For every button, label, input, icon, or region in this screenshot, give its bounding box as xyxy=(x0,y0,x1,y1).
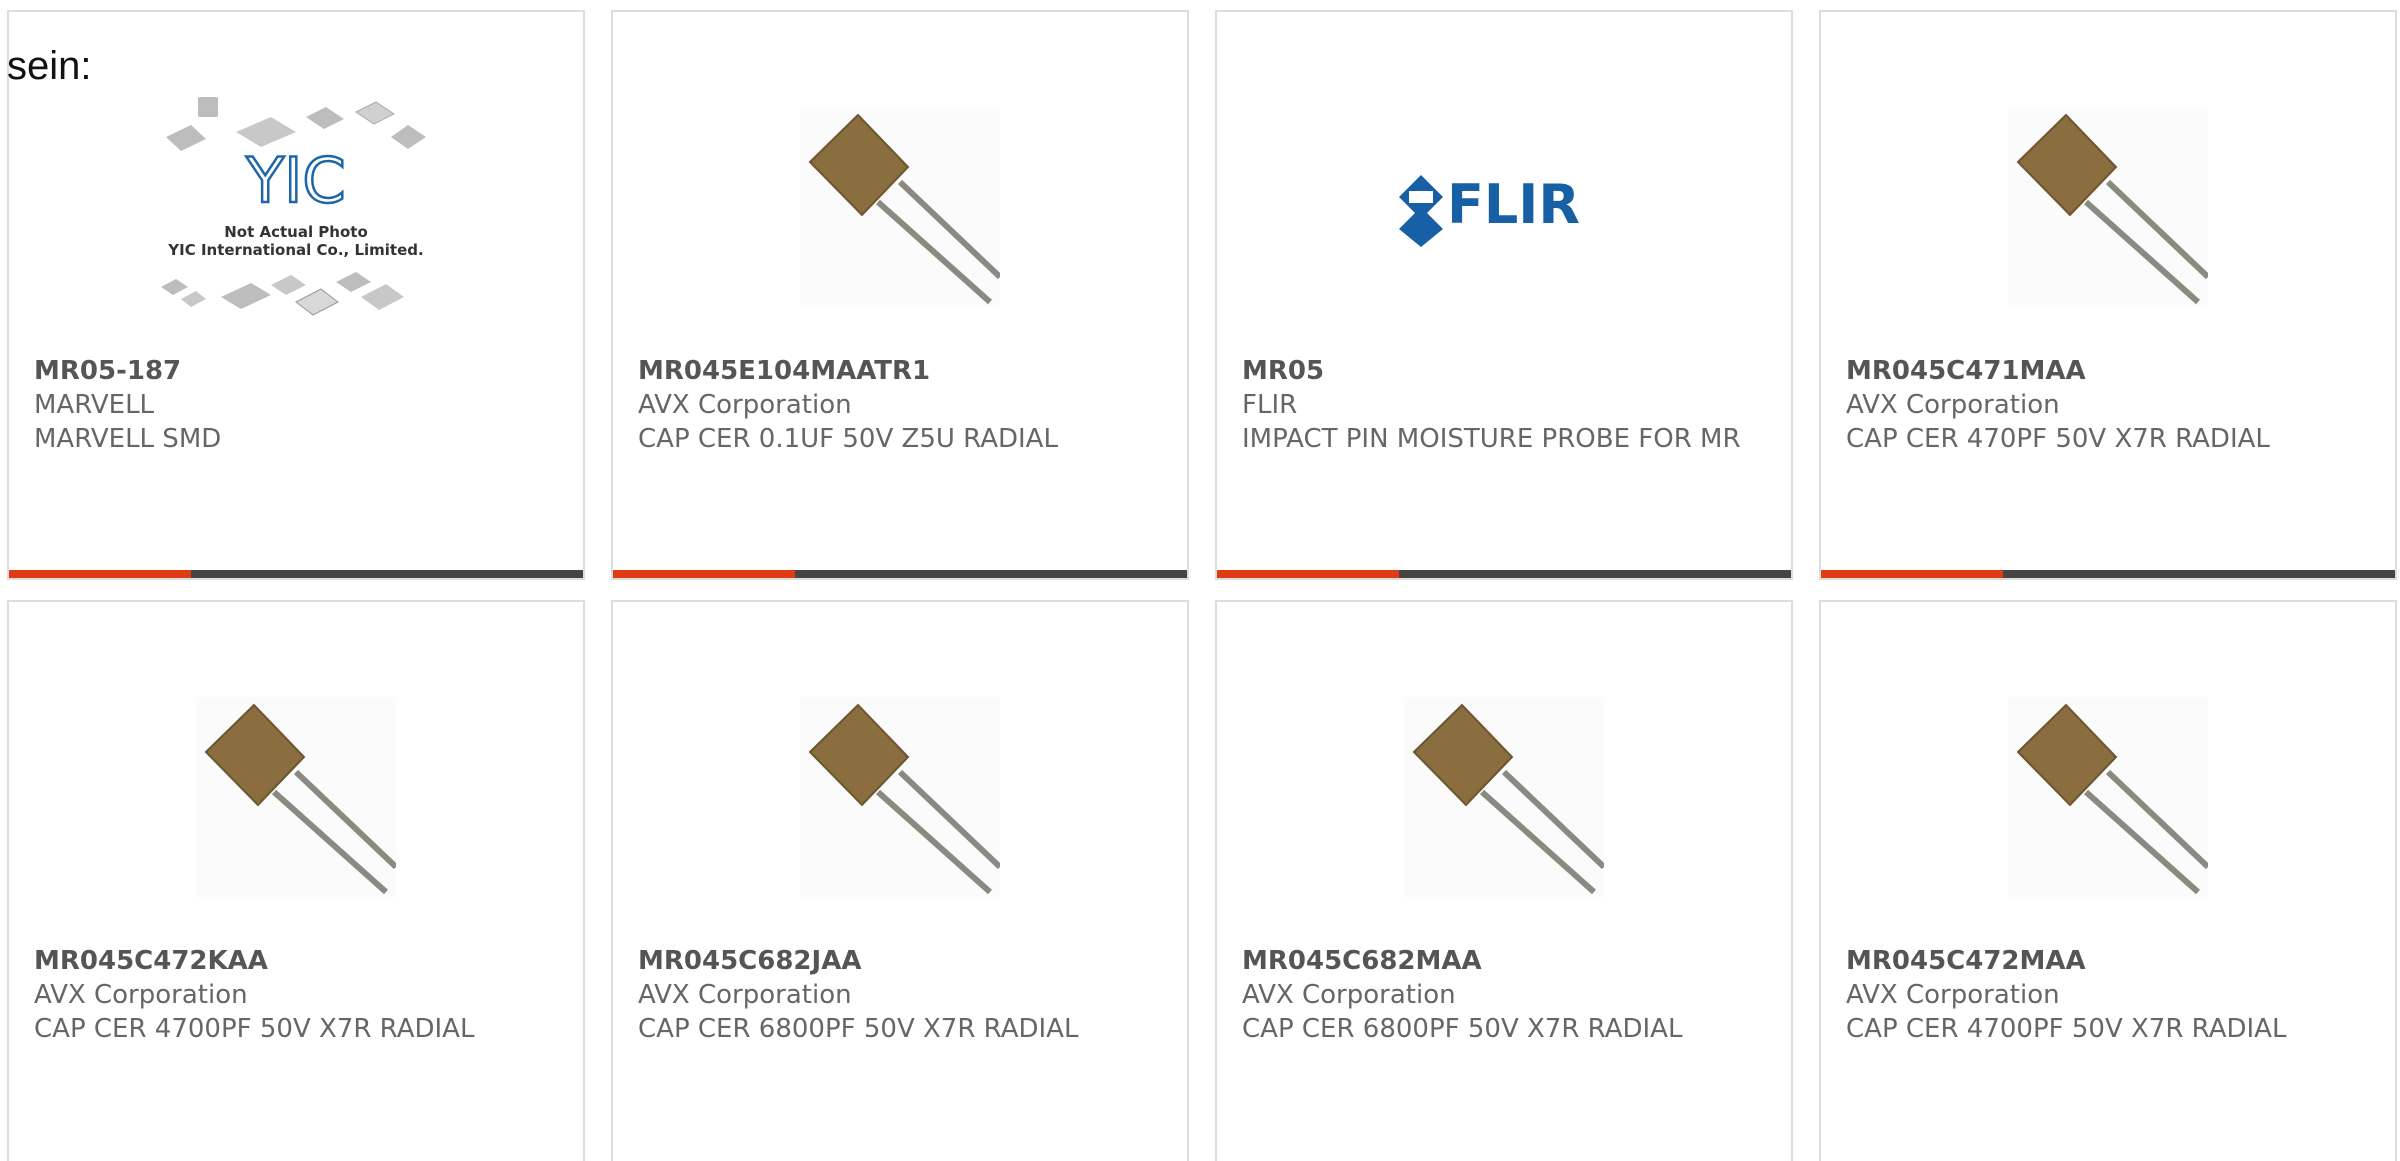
flir-logo-icon: FLIR xyxy=(1399,173,1580,247)
product-card[interactable]: MR045E104MAATR1 AVX Corporation CAP CER … xyxy=(611,10,1189,580)
manufacturer: AVX Corporation xyxy=(1846,390,2060,420)
card-bar xyxy=(1217,570,1791,578)
manufacturer: AVX Corporation xyxy=(1846,980,2060,1010)
product-image[interactable] xyxy=(1217,662,1791,932)
description: CAP CER 6800PF 50V X7R RADIAL xyxy=(1242,1014,1683,1044)
svg-text:YIC International Co., Limited: YIC International Co., Limited. xyxy=(167,241,423,259)
part-number-link[interactable]: MR045C471MAA xyxy=(1846,354,2356,388)
manufacturer: FLIR xyxy=(1242,390,1298,420)
product-card[interactable]: MR045C472MAA AVX Corporation CAP CER 470… xyxy=(1819,600,2397,1161)
description: CAP CER 0.1UF 50V Z5U RADIAL xyxy=(638,424,1058,454)
product-image[interactable] xyxy=(9,662,583,932)
manufacturer: AVX Corporation xyxy=(1242,980,1456,1010)
product-card[interactable]: FLIR MR05 FLIR IMPACT PIN MOISTURE PROBE… xyxy=(1215,10,1793,580)
product-card[interactable]: MR045C682JAA AVX Corporation CAP CER 680… xyxy=(611,600,1189,1161)
product-info: MR05 FLIR IMPACT PIN MOISTURE PROBE FOR … xyxy=(1242,354,1752,456)
product-image[interactable] xyxy=(1821,72,2395,342)
description: MARVELL SMD xyxy=(34,424,222,454)
svg-text:Not Actual Photo: Not Actual Photo xyxy=(224,223,368,241)
product-card[interactable]: YIC Not Actual Photo YIC International C… xyxy=(7,10,585,580)
capacitor-icon xyxy=(2008,697,2208,897)
manufacturer: MARVELL xyxy=(34,390,155,420)
product-info: MR045C682JAA AVX Corporation CAP CER 680… xyxy=(638,944,1148,1046)
product-info: MR05-187 MARVELL MARVELL SMD xyxy=(34,354,544,456)
card-bar xyxy=(9,570,583,578)
capacitor-icon xyxy=(196,697,396,897)
product-info: MR045E104MAATR1 AVX Corporation CAP CER … xyxy=(638,354,1148,456)
svg-text:FLIR: FLIR xyxy=(1447,173,1580,236)
part-number-link[interactable]: MR045E104MAATR1 xyxy=(638,354,1148,388)
capacitor-icon xyxy=(1404,697,1604,897)
product-info: MR045C472KAA AVX Corporation CAP CER 470… xyxy=(34,944,544,1046)
capacitor-icon xyxy=(800,107,1000,307)
part-number-link[interactable]: MR045C682MAA xyxy=(1242,944,1752,978)
product-image[interactable] xyxy=(1821,662,2395,932)
product-image[interactable] xyxy=(613,72,1187,342)
not-actual-photo-icon: YIC Not Actual Photo YIC International C… xyxy=(161,97,426,316)
manufacturer: AVX Corporation xyxy=(638,980,852,1010)
part-number-link[interactable]: MR05 xyxy=(1242,354,1752,388)
product-image[interactable]: YIC Not Actual Photo YIC International C… xyxy=(9,72,583,342)
capacitor-icon xyxy=(800,697,1000,897)
prefix-text: sein: xyxy=(7,44,92,88)
part-number-link[interactable]: MR045C682JAA xyxy=(638,944,1148,978)
card-bar xyxy=(1821,570,2395,578)
capacitor-icon xyxy=(2008,107,2208,307)
product-card[interactable]: MR045C471MAA AVX Corporation CAP CER 470… xyxy=(1819,10,2397,580)
product-image[interactable]: FLIR xyxy=(1217,72,1791,342)
product-image[interactable] xyxy=(613,662,1187,932)
product-info: MR045C472MAA AVX Corporation CAP CER 470… xyxy=(1846,944,2356,1046)
product-info: MR045C682MAA AVX Corporation CAP CER 680… xyxy=(1242,944,1752,1046)
description: CAP CER 4700PF 50V X7R RADIAL xyxy=(34,1014,475,1044)
description: CAP CER 6800PF 50V X7R RADIAL xyxy=(638,1014,1079,1044)
manufacturer: AVX Corporation xyxy=(638,390,852,420)
product-card[interactable]: MR045C472KAA AVX Corporation CAP CER 470… xyxy=(7,600,585,1161)
description: CAP CER 4700PF 50V X7R RADIAL xyxy=(1846,1014,2287,1044)
product-card[interactable]: MR045C682MAA AVX Corporation CAP CER 680… xyxy=(1215,600,1793,1161)
part-number-link[interactable]: MR045C472KAA xyxy=(34,944,544,978)
manufacturer: AVX Corporation xyxy=(34,980,248,1010)
description: CAP CER 470PF 50V X7R RADIAL xyxy=(1846,424,2270,454)
part-number-link[interactable]: MR045C472MAA xyxy=(1846,944,2356,978)
card-bar xyxy=(613,570,1187,578)
part-number-link[interactable]: MR05-187 xyxy=(34,354,544,388)
svg-text:YIC: YIC xyxy=(245,144,345,217)
product-info: MR045C471MAA AVX Corporation CAP CER 470… xyxy=(1846,354,2356,456)
description: IMPACT PIN MOISTURE PROBE FOR MR xyxy=(1242,424,1741,454)
